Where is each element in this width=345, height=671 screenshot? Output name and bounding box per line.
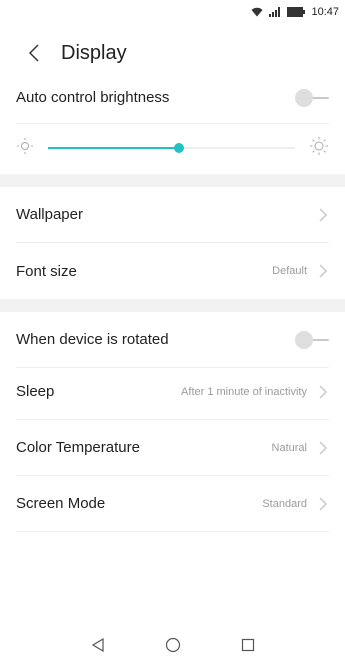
nav-recents-button[interactable] — [233, 630, 263, 660]
rotation-toggle[interactable] — [295, 330, 329, 350]
sun-high-icon — [309, 136, 329, 161]
color-temperature-value: Natural — [271, 441, 307, 454]
rotation-label: When device is rotated — [16, 331, 169, 348]
chevron-right-icon — [317, 497, 329, 511]
font-size-value: Default — [272, 265, 307, 277]
display-settings-screen: 10:47 Display Auto control brightness Wa… — [0, 0, 345, 671]
chevron-right-icon — [317, 208, 329, 222]
toggle-knob — [295, 88, 313, 107]
sun-low-icon — [16, 137, 34, 160]
status-time: 10:47 — [311, 6, 339, 18]
chevron-right-icon — [317, 385, 329, 399]
slider-thumb[interactable] — [173, 143, 184, 153]
wallpaper-row[interactable]: Wallpaper — [16, 187, 329, 243]
chevron-right-icon — [317, 264, 329, 278]
screen-mode-value: Standard — [262, 497, 307, 510]
battery-icon — [287, 7, 306, 17]
brightness-slider[interactable] — [48, 138, 295, 158]
navigation-bar — [0, 619, 345, 671]
wifi-icon — [251, 7, 263, 17]
toggle-knob — [295, 330, 313, 349]
auto-brightness-row[interactable]: Auto control brightness — [16, 72, 329, 124]
auto-brightness-toggle[interactable] — [295, 88, 329, 108]
home-circle-icon — [165, 637, 180, 653]
sleep-value: After 1 minute of inactivity — [181, 385, 307, 398]
rotation-row[interactable]: When device is rotated — [16, 312, 329, 368]
sleep-label: Sleep — [16, 383, 55, 400]
slider-fill — [48, 147, 179, 149]
font-size-row[interactable]: Font size Default — [16, 243, 329, 299]
section-divider — [0, 299, 345, 312]
page-title: Display — [61, 41, 127, 64]
screen-mode-label: Screen Mode — [16, 495, 106, 512]
nav-back-button[interactable] — [83, 630, 113, 660]
font-size-label: Font size — [16, 262, 77, 280]
color-temperature-row[interactable]: Color Temperature Natural — [16, 420, 329, 476]
recents-square-icon — [241, 638, 254, 652]
back-triangle-icon — [91, 638, 104, 652]
back-button[interactable] — [15, 34, 53, 72]
nav-home-button[interactable] — [158, 630, 188, 660]
section-divider — [0, 174, 345, 187]
status-bar: 10:47 — [0, 0, 345, 24]
auto-brightness-label: Auto control brightness — [16, 89, 170, 106]
wallpaper-label: Wallpaper — [16, 206, 83, 223]
chevron-left-icon — [29, 44, 39, 62]
signal-icon — [269, 7, 281, 17]
screen-mode-row[interactable]: Screen Mode Standard — [16, 476, 329, 532]
sleep-row[interactable]: Sleep After 1 minute of inactivity — [16, 364, 329, 420]
chevron-right-icon — [317, 441, 329, 455]
color-temperature-label: Color Temperature — [16, 439, 140, 456]
brightness-slider-row — [16, 124, 329, 172]
